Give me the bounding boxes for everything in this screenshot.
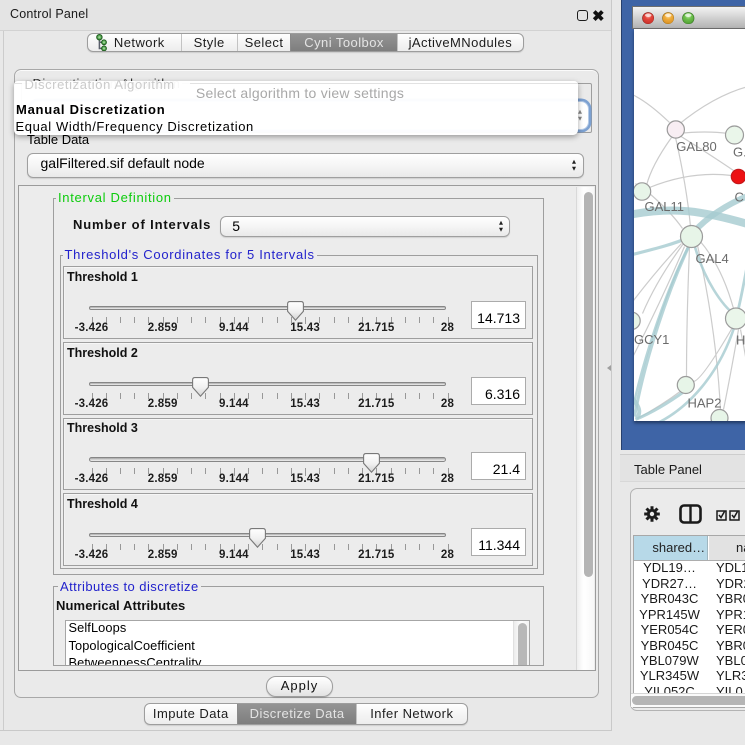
svg-text:G.: G. <box>733 144 745 159</box>
svg-text:GCY1: GCY1 <box>634 332 669 347</box>
svg-text:GAL4: GAL4 <box>695 251 728 266</box>
svg-text:GAL11: GAL11 <box>644 199 684 214</box>
svg-text:HAP2: HAP2 <box>687 395 721 410</box>
svg-text:H: H <box>736 332 745 347</box>
svg-text:GAL80: GAL80 <box>676 139 716 154</box>
svg-text:C: C <box>734 189 743 204</box>
